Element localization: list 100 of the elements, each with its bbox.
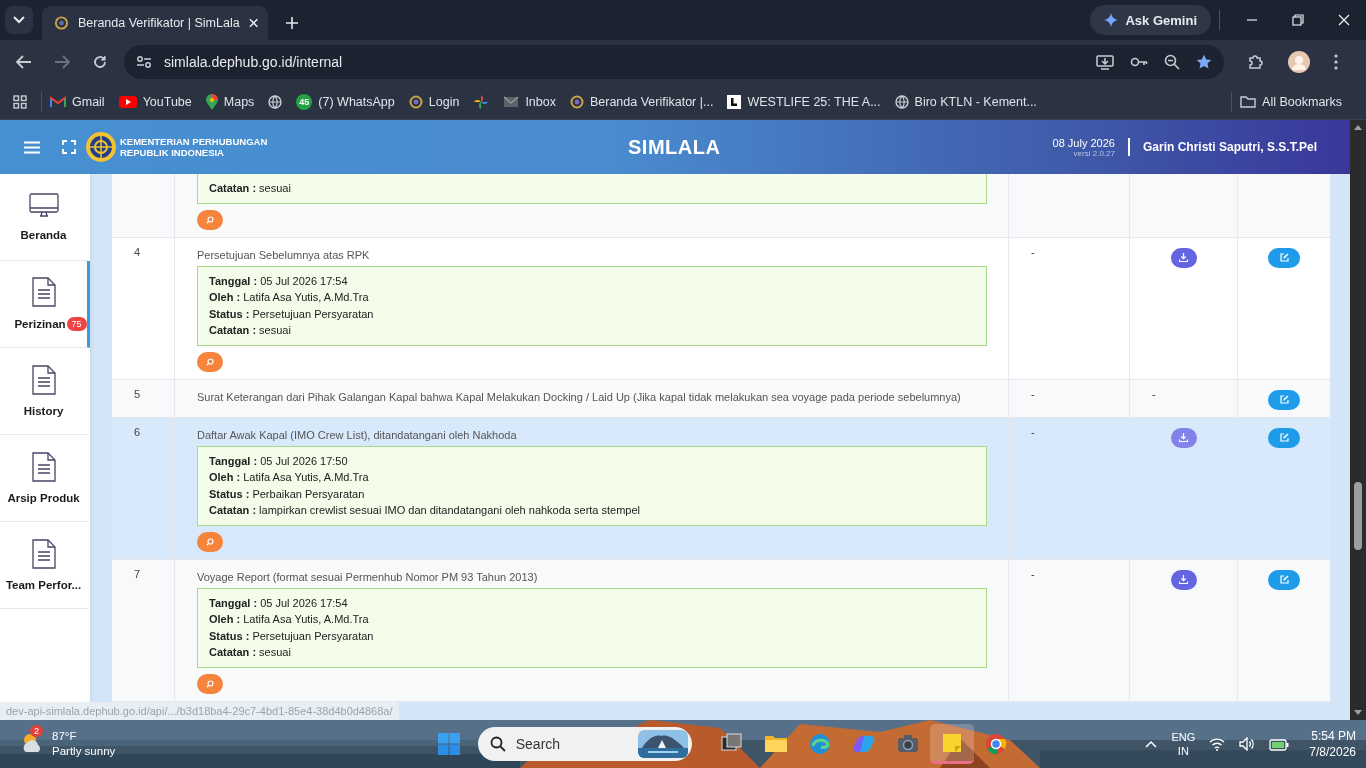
note-line: Catatan : lampirkan crewlist sesuai IMO dan ditandatangani oleh nahkoda serta stempel bbox=[209, 503, 642, 518]
note-line: Catatan : sesuai bbox=[209, 645, 292, 660]
wheel-icon bbox=[54, 15, 69, 31]
extensions-icon[interactable] bbox=[1248, 54, 1264, 70]
sidebar-item[interactable]: Beranda bbox=[0, 174, 90, 261]
key-icon[interactable] bbox=[1130, 56, 1148, 68]
bookmark[interactable]: Login bbox=[408, 94, 460, 109]
document-icon bbox=[31, 365, 56, 395]
reload-icon[interactable] bbox=[92, 54, 108, 70]
search-icon bbox=[206, 357, 214, 366]
bookmark[interactable]: 45 (7) WhatsApp bbox=[296, 93, 395, 110]
note-line: Status : Persetujuan Persyaratan bbox=[209, 306, 375, 322]
chevron-icon bbox=[13, 16, 25, 24]
bookmark[interactable]: Beranda Verifikator |... bbox=[569, 94, 714, 109]
globe-icon[interactable] bbox=[268, 94, 283, 109]
pinwheel-icon[interactable] bbox=[473, 93, 490, 110]
wheel-icon bbox=[408, 94, 423, 109]
address-bar[interactable]: simlala.dephub.go.id/internal bbox=[124, 45, 1224, 79]
edit-button[interactable] bbox=[1268, 389, 1300, 410]
install-icon[interactable] bbox=[1096, 54, 1114, 70]
search-icon bbox=[206, 537, 214, 546]
scroll-up-icon[interactable] bbox=[1354, 125, 1362, 130]
row-number: 5 bbox=[134, 387, 141, 400]
bookmark[interactable]: YouTube bbox=[118, 94, 192, 109]
avatar-icon[interactable] bbox=[1288, 51, 1310, 73]
requirement-title: Persetujuan Sebelumnya atas RPK bbox=[197, 247, 371, 263]
count-badge: 75 bbox=[66, 317, 87, 331]
bookmark[interactable]: Gmail bbox=[50, 94, 105, 109]
sparkle-icon bbox=[1104, 13, 1119, 27]
row-number: 4 bbox=[134, 245, 141, 258]
version-label: versi 2.0.27 bbox=[1073, 148, 1115, 158]
edit-icon bbox=[1279, 253, 1289, 262]
sidebar-item[interactable]: Perizinan 75 bbox=[0, 261, 90, 348]
monitor-icon bbox=[28, 193, 59, 219]
close-icon[interactable] bbox=[1338, 14, 1350, 26]
square-icon bbox=[727, 94, 742, 109]
edit-button[interactable] bbox=[1268, 569, 1300, 590]
folder-icon bbox=[1240, 95, 1257, 108]
scrollbar[interactable] bbox=[1350, 120, 1366, 720]
scroll-down-icon[interactable] bbox=[1354, 710, 1362, 715]
download-button[interactable] bbox=[1170, 427, 1197, 448]
star-icon[interactable] bbox=[1196, 54, 1212, 70]
sidebar-item[interactable]: History bbox=[0, 348, 90, 435]
row-number: 7 bbox=[134, 567, 141, 580]
restore-icon[interactable] bbox=[1292, 14, 1304, 26]
browser-tab[interactable]: Beranda Verifikator | SimLala bbox=[42, 6, 268, 40]
sidebar-item[interactable]: Team Perfor... bbox=[0, 522, 90, 609]
bookmark[interactable]: Inbox bbox=[503, 94, 556, 109]
map-pin-icon bbox=[205, 93, 218, 110]
tab-search-button[interactable] bbox=[5, 6, 33, 34]
note-line: Status : Perbaikan Persyaratan bbox=[209, 486, 366, 502]
ask-gemini-button[interactable]: Ask Gemini bbox=[1090, 5, 1211, 35]
fullscreen-icon[interactable] bbox=[62, 140, 76, 154]
table-cell: - bbox=[1031, 245, 1035, 258]
note-line: Oleh : Latifa Asa Yutis, A.Md.Tra bbox=[209, 290, 370, 305]
user-name[interactable]: Garin Christi Saputri, S.S.T.Pel bbox=[1142, 140, 1317, 154]
download-button[interactable] bbox=[1170, 247, 1197, 268]
all-bookmarks-button[interactable]: All Bookmarks bbox=[1240, 94, 1342, 109]
bookmark[interactable]: Biro KTLN - Kement... bbox=[894, 94, 1037, 109]
note-line: Tanggal : 05 Jul 2026 17:54 bbox=[209, 273, 349, 289]
download-icon bbox=[1179, 575, 1188, 584]
plus-icon[interactable] bbox=[286, 17, 298, 29]
count-badge: 45 bbox=[296, 93, 313, 110]
globe-icon bbox=[894, 94, 909, 109]
app-title: SIMLALA bbox=[628, 135, 721, 159]
note-line: Status : Persetujuan Persyaratan bbox=[209, 628, 375, 644]
header-date: 08 July 2026 bbox=[1052, 136, 1115, 149]
view-button[interactable] bbox=[197, 351, 223, 372]
sidebar-item[interactable]: Arsip Produk bbox=[0, 435, 90, 522]
note-line: Catatan : sesuai bbox=[209, 323, 292, 338]
edit-icon bbox=[1279, 395, 1289, 404]
gmail-icon bbox=[50, 95, 66, 108]
table-cell: - bbox=[1031, 425, 1035, 438]
row-number: 6 bbox=[134, 425, 141, 438]
search-icon bbox=[206, 215, 214, 224]
note-line: Oleh : Latifa Asa Yutis, A.Md.Tra bbox=[209, 470, 370, 485]
table-cell: - bbox=[1031, 567, 1035, 580]
zoom-icon[interactable] bbox=[1164, 54, 1180, 70]
note-line: Tanggal : 05 Jul 2026 17:50 bbox=[209, 453, 349, 469]
back-icon[interactable] bbox=[16, 55, 32, 69]
close-icon[interactable] bbox=[248, 18, 258, 28]
edit-icon bbox=[1279, 575, 1289, 584]
note-line: Oleh : Latifa Asa Yutis, A.Md.Tra bbox=[209, 612, 370, 627]
document-icon bbox=[31, 277, 56, 307]
emblem-icon bbox=[85, 131, 117, 163]
site-info-icon[interactable] bbox=[136, 55, 152, 69]
table-cell: - bbox=[1152, 387, 1156, 400]
download-button[interactable] bbox=[1170, 569, 1197, 590]
document-icon bbox=[31, 452, 56, 482]
scroll-thumb[interactable] bbox=[1354, 482, 1362, 550]
requirement-title: Surat Keterangan dari Pihak Galangan Kapal bahwa Kapal Melakukan Docking / Laid Up (Jika kapal tidak melakukan sea voyage pada periode sebelumnya) bbox=[197, 389, 962, 405]
download-icon bbox=[1179, 433, 1188, 442]
table-cell: - bbox=[1031, 387, 1035, 400]
apps-icon[interactable] bbox=[13, 94, 27, 109]
edit-button[interactable] bbox=[1268, 247, 1300, 268]
bookmark[interactable]: Maps bbox=[205, 93, 255, 110]
menu-icon[interactable] bbox=[1334, 54, 1338, 70]
document-icon bbox=[31, 539, 56, 569]
bookmark[interactable]: WESTLIFE 25: THE A... bbox=[727, 94, 881, 109]
menu-icon[interactable] bbox=[24, 140, 40, 154]
